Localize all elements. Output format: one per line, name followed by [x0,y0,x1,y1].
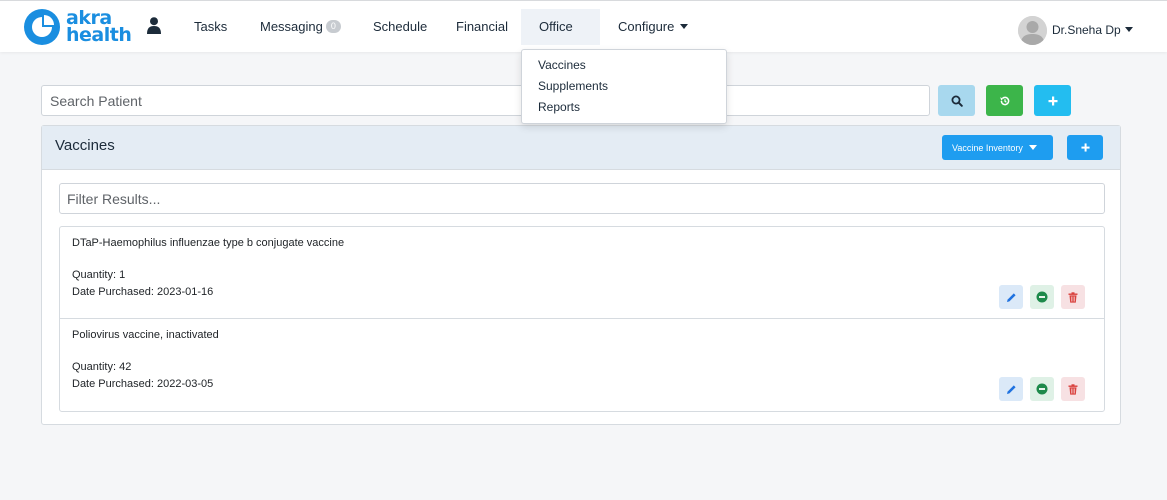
vaccine-name: DTaP-Haemophilus influenzae type b conju… [72,237,345,249]
nav-configure-label: Configure [618,19,675,34]
chevron-down-icon [1124,26,1133,32]
nav-tasks[interactable]: Tasks [176,9,245,45]
minus-circle-icon [1036,383,1048,395]
chevron-down-icon [680,24,689,30]
menu-item-vaccines[interactable]: Vaccines [522,55,726,76]
office-dropdown-menu: Vaccines Supplements Reports [521,49,727,124]
vaccines-card: Vaccines Vaccine Inventory DTaP-Haemophi… [41,125,1121,425]
nav-financial-label: Financial [456,19,509,34]
avatar [1018,15,1047,45]
delete-button[interactable] [1061,377,1085,401]
nav-messaging[interactable]: Messaging 0 [242,9,359,45]
top-navbar: akra health Tasks Messaging 0 Schedule Fi… [0,0,1167,66]
plus-icon [1080,143,1090,152]
vaccine-quantity: Quantity: 42 [72,361,132,373]
add-patient-button[interactable] [1034,85,1071,116]
delete-button[interactable] [1061,285,1085,309]
search-patient-input[interactable] [41,85,930,116]
history-icon [999,96,1009,105]
nav-financial[interactable]: Financial [438,9,526,45]
nav-schedule-label: Schedule [373,19,428,34]
user-profile-menu[interactable]: Dr.Sneha Dp [1018,15,1133,45]
vaccine-name: Poliovirus vaccine, inactivated [72,329,219,341]
vaccine-inventory-button[interactable]: Vaccine Inventory [942,135,1053,160]
nav-office[interactable]: Office [521,9,600,66]
card-title: Vaccines [55,137,115,154]
search-icon [951,95,963,107]
logo-wordmark: akra health [66,9,132,46]
filter-results-input[interactable] [59,183,1105,214]
card-header: Vaccines Vaccine Inventory [42,126,1120,170]
messaging-count-badge: 0 [325,20,341,34]
nav-messaging-label: Messaging [260,19,323,34]
trash-icon [1068,291,1078,303]
vaccine-date-purchased: Date Purchased: 2022-03-05 [72,378,214,390]
vaccine-quantity: Quantity: 1 [72,269,126,281]
list-item: DTaP-Haemophilus influenzae type b conju… [60,227,1104,319]
plus-icon [1048,96,1057,105]
akra-health-logo[interactable]: akra health [24,5,132,49]
vaccine-list: DTaP-Haemophilus influenzae type b conju… [59,226,1105,412]
pencil-icon [1006,292,1016,302]
nav-schedule[interactable]: Schedule [355,9,445,45]
vaccine-inventory-label: Vaccine Inventory [952,142,1023,153]
nav-tasks-label: Tasks [194,19,228,34]
logo-line2: health [66,24,132,46]
nav-office-label: Office [539,19,573,34]
reset-button[interactable] [986,85,1023,116]
list-item: Poliovirus vaccine, inactivated Quantity… [60,319,1104,411]
search-button[interactable] [938,85,975,116]
vaccine-date-purchased: Date Purchased: 2023-01-16 [72,286,214,298]
patient-user-icon[interactable] [147,17,161,39]
decrease-quantity-button[interactable] [1030,285,1054,309]
decrease-quantity-button[interactable] [1030,377,1054,401]
edit-button[interactable] [999,285,1023,309]
chevron-down-icon [1028,144,1037,150]
minus-circle-icon [1036,291,1048,303]
menu-item-supplements[interactable]: Supplements [522,76,726,97]
menu-item-reports[interactable]: Reports [522,97,726,118]
user-name: Dr.Sneha Dp [1052,23,1121,37]
logo-mark-icon [24,9,60,45]
add-vaccine-button[interactable] [1067,135,1103,160]
nav-configure[interactable]: Configure [600,9,706,45]
pencil-icon [1006,384,1016,394]
edit-button[interactable] [999,377,1023,401]
trash-icon [1068,383,1078,395]
